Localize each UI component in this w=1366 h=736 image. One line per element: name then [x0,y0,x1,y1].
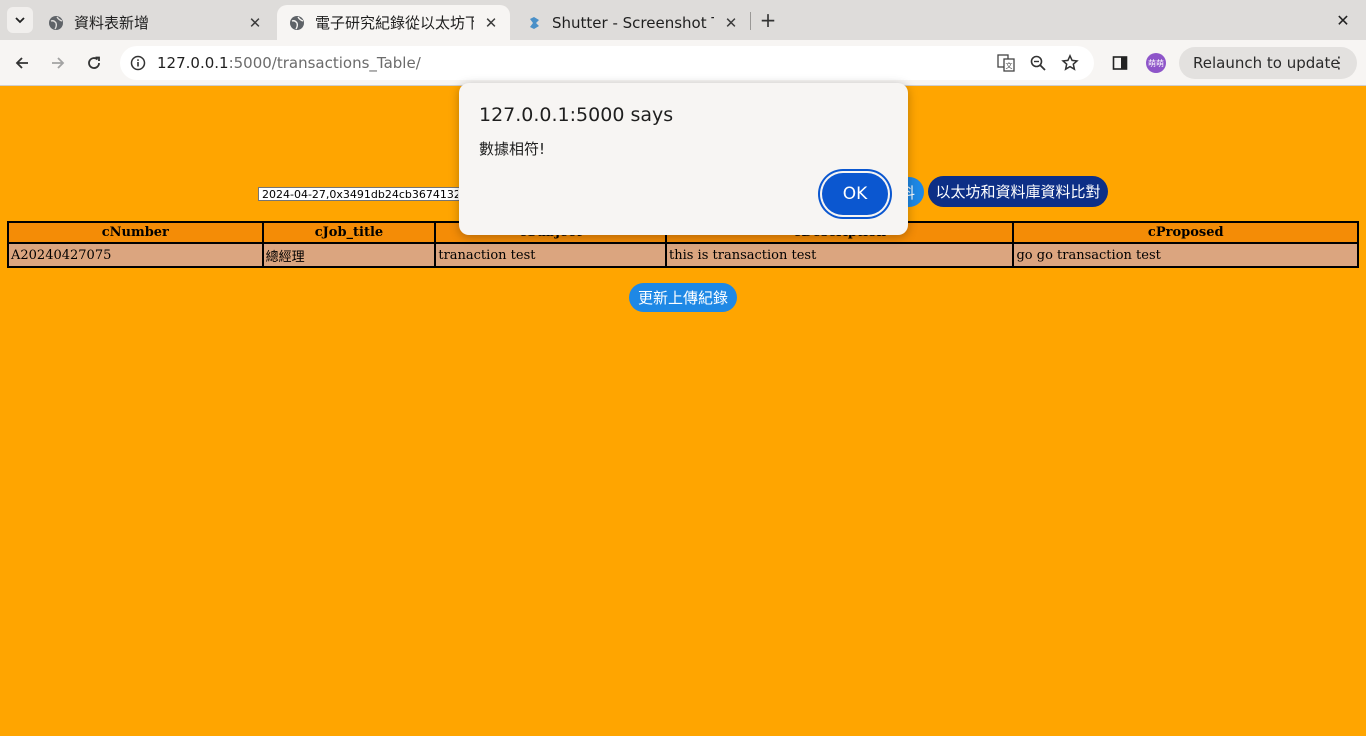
url-path: :5000/transactions_Table/ [228,54,421,72]
tab-title: 電子研究紀錄從以太坊下 [315,14,474,32]
tab-divider [750,12,751,30]
side-panel-icon[interactable] [1109,52,1131,74]
table-row[interactable]: A20240427075 總經理 tranaction test this is… [7,242,1359,268]
svg-text:文: 文 [1006,61,1013,70]
tab-title: Shutter - Screenshot T [552,13,714,32]
tab-close-icon[interactable]: ✕ [722,14,740,32]
dialog-message: 數據相符! [479,140,546,158]
browser-toolbar: 127.0.0.1:5000/transactions_Table/ 文 萌萌 … [0,40,1366,86]
address-bar[interactable]: 127.0.0.1:5000/transactions_Table/ 文 [120,46,1094,80]
url-host: 127.0.0.1 [157,54,229,72]
compare-label: 以太坊和資料庫資料比對 [935,183,1101,201]
zoom-icon[interactable] [1028,53,1048,73]
tab-item-2[interactable]: Shutter - Screenshot T ✕ [514,5,750,40]
chevron-down-icon [15,17,25,24]
table-cell: A20240427075 [7,242,264,268]
update-upload-records-button[interactable]: 更新上傳紀錄 [629,283,737,312]
new-tab-icon[interactable]: + [756,8,780,32]
tab-item-1[interactable]: 電子研究紀錄從以太坊下 ✕ [277,5,510,40]
tab-close-icon[interactable]: ✕ [482,14,500,32]
table-cell: 總經理 [261,242,437,268]
tab-title: 資料表新增 [74,14,150,32]
dialog-title: 127.0.0.1:5000 says [479,104,674,126]
back-icon[interactable] [8,49,36,77]
tab-item-0[interactable]: 資料表新增 ✕ [36,5,274,40]
table-cell: this is transaction test [664,242,1015,268]
table-cell: tranaction test [434,242,667,268]
site-info-icon[interactable] [128,53,148,73]
url-text: 127.0.0.1:5000/transactions_Table/ [157,54,421,72]
tab-search-button[interactable] [7,7,33,33]
search-input[interactable] [258,187,462,201]
compare-ethereum-db-button[interactable]: 以太坊和資料庫資料比對 [928,176,1108,207]
profile-avatar[interactable]: 萌萌 [1146,53,1166,73]
translate-icon[interactable]: 文 [996,53,1016,73]
table-cell: go go transaction test [1012,242,1359,268]
tab-close-icon[interactable]: ✕ [246,14,264,32]
column-header: cProposed [1012,221,1359,244]
shutter-app-icon [526,15,542,31]
forward-icon[interactable] [44,49,72,77]
alert-dialog: 127.0.0.1:5000 says 數據相符! OK [459,83,908,235]
reload-icon[interactable] [80,49,108,77]
column-header: cJob_title [261,221,437,244]
ok-label: OK [842,184,868,204]
more-menu-icon[interactable]: ⋮ [1331,53,1347,72]
ok-button[interactable]: OK [822,173,888,215]
tab-strip: 資料表新增 ✕ 電子研究紀錄從以太坊下 ✕ Shutter - Screensh… [0,0,1366,40]
update-upload-label: 更新上傳紀錄 [637,289,728,307]
window-close-icon[interactable]: ✕ [1331,8,1355,32]
relaunch-button[interactable]: Relaunch to update ⋮ [1179,47,1357,79]
column-header: cNumber [7,221,264,244]
globe-icon [289,15,305,31]
globe-icon [48,15,64,31]
relaunch-label: Relaunch to update [1193,54,1340,72]
bookmark-star-icon[interactable] [1060,53,1080,73]
